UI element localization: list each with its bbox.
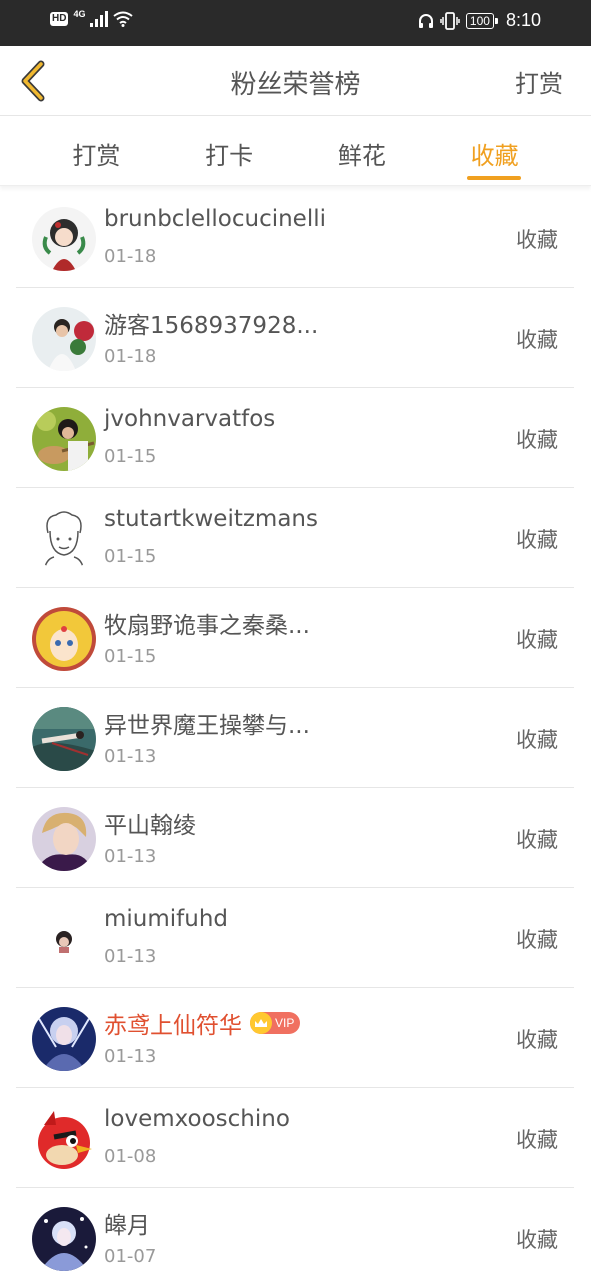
fan-list: brunbclellocucinelli 01-18 收藏 游客15689379…: [16, 188, 574, 1280]
item-action-label: 收藏: [516, 328, 558, 352]
list-item[interactable]: 平山翰绫 01-13 收藏: [16, 788, 574, 888]
header-bar: 粉丝荣誉榜 打赏: [0, 46, 591, 116]
user-name[interactable]: 皞月: [104, 1206, 150, 1240]
item-action-label: 收藏: [516, 628, 558, 652]
avatar[interactable]: [32, 907, 96, 971]
tab-bar: 打赏 打卡 鲜花 收藏: [0, 116, 591, 186]
user-name[interactable]: 赤鸢上仙符华: [104, 1006, 242, 1040]
user-name[interactable]: 平山翰绫: [104, 806, 196, 840]
user-name[interactable]: lovemxooschino: [104, 1106, 290, 1132]
item-date: 01-13: [104, 846, 157, 867]
avatar[interactable]: [32, 407, 96, 471]
user-name[interactable]: jvohnvarvatfos: [104, 406, 275, 432]
signal-icon: [90, 11, 109, 27]
item-date: 01-18: [104, 246, 157, 267]
item-action-label: 收藏: [516, 728, 558, 752]
tab-checkin[interactable]: 打卡: [174, 116, 284, 185]
page-title: 粉丝荣誉榜: [230, 70, 361, 100]
list-item[interactable]: jvohnvarvatfos 01-15 收藏: [16, 388, 574, 488]
item-date: 01-13: [104, 946, 157, 967]
list-item[interactable]: lovemxooschino 01-08 收藏: [16, 1088, 574, 1188]
item-action-label: 收藏: [516, 828, 558, 852]
avatar[interactable]: [32, 207, 96, 271]
list-item[interactable]: 赤鸢上仙符华 VIP 01-13 收藏: [16, 988, 574, 1088]
list-item[interactable]: 游客1568937928... 01-18 收藏: [16, 288, 574, 388]
avatar[interactable]: [32, 307, 96, 371]
item-action-label: 收藏: [516, 1128, 558, 1152]
list-item[interactable]: miumifuhd 01-13 收藏: [16, 888, 574, 988]
avatar[interactable]: [32, 607, 96, 671]
vip-label: VIP: [275, 1016, 295, 1030]
wifi-icon: [113, 11, 134, 27]
tab-favorites[interactable]: 收藏: [440, 116, 550, 185]
item-date: 01-15: [104, 446, 157, 467]
avatar[interactable]: [32, 1007, 96, 1071]
headphones-icon: [418, 13, 433, 28]
tab-flowers[interactable]: 鲜花: [307, 116, 417, 185]
status-bar: HD 4G 100 8:10: [0, 0, 591, 46]
list-item[interactable]: stutartkweitzmans 01-15 收藏: [16, 488, 574, 588]
avatar[interactable]: [32, 507, 96, 571]
reward-button[interactable]: 打赏: [515, 64, 563, 99]
avatar[interactable]: [32, 1207, 96, 1271]
item-date: 01-13: [104, 746, 157, 767]
item-action-label: 收藏: [516, 928, 558, 952]
battery-indicator: 100: [465, 12, 498, 29]
tab-reward[interactable]: 打赏: [41, 116, 151, 185]
item-date: 01-07: [104, 1246, 157, 1267]
item-date: 01-08: [104, 1146, 157, 1167]
list-item[interactable]: brunbclellocucinelli 01-18 收藏: [16, 188, 574, 288]
user-name[interactable]: brunbclellocucinelli: [104, 206, 326, 232]
avatar[interactable]: [32, 807, 96, 871]
item-date: 01-18: [104, 346, 157, 367]
vibrate-icon: [440, 11, 460, 30]
status-left: HD 4G: [50, 9, 134, 27]
item-action-label: 收藏: [516, 228, 558, 252]
list-item[interactable]: 牧扇野诡事之秦桑... 01-15 收藏: [16, 588, 574, 688]
item-action-label: 收藏: [516, 428, 558, 452]
crown-icon: [250, 1012, 272, 1034]
vip-badge: VIP: [250, 1012, 301, 1034]
status-right: 100 8:10: [418, 10, 541, 31]
user-name[interactable]: 游客1568937928...: [104, 306, 318, 340]
list-item[interactable]: 异世界魔王操攀与... 01-13 收藏: [16, 688, 574, 788]
user-name[interactable]: 牧扇野诡事之秦桑...: [104, 606, 310, 640]
avatar[interactable]: [32, 1107, 96, 1171]
user-name[interactable]: miumifuhd: [104, 906, 228, 932]
avatar[interactable]: [32, 707, 96, 771]
item-action-label: 收藏: [516, 1028, 558, 1052]
item-date: 01-15: [104, 546, 157, 567]
item-date: 01-15: [104, 646, 157, 667]
item-action-label: 收藏: [516, 1228, 558, 1252]
list-item[interactable]: 皞月 01-07 收藏: [16, 1188, 574, 1280]
user-name[interactable]: 异世界魔王操攀与...: [104, 706, 310, 740]
hd-badge: HD: [50, 12, 69, 26]
clock: 8:10: [505, 10, 541, 30]
user-name[interactable]: stutartkweitzmans: [104, 506, 318, 532]
item-date: 01-13: [104, 1046, 157, 1067]
network-type: 4G: [73, 9, 86, 19]
item-action-label: 收藏: [516, 528, 558, 552]
